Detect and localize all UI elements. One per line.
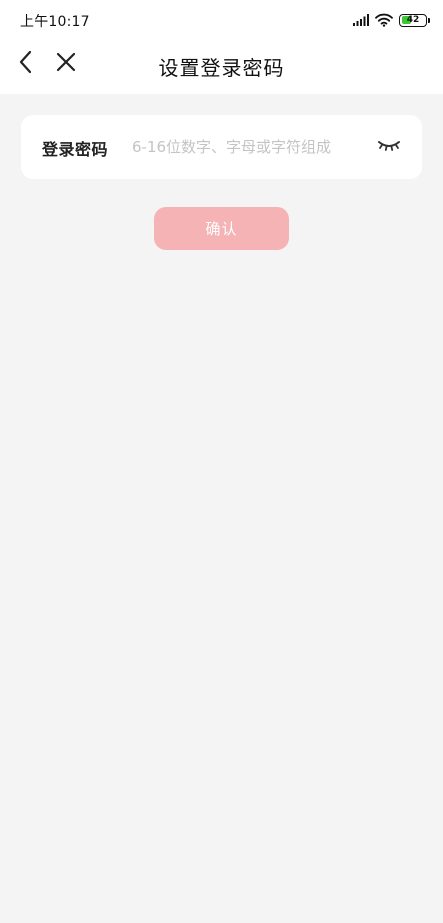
status-icons: 42 <box>353 12 430 28</box>
status-time: 上午10:17 <box>20 14 90 30</box>
wifi-icon <box>375 13 393 27</box>
password-input[interactable] <box>132 133 362 161</box>
password-label: 登录密码 <box>42 140 109 159</box>
battery-icon: 42 <box>399 13 430 27</box>
signal-icon <box>353 14 369 26</box>
password-card: 登录密码 <box>21 115 422 179</box>
password-visibility-toggle[interactable] <box>376 137 402 157</box>
top-area: 上午10:17 42 设置登录密码 <box>0 0 443 94</box>
eye-closed-icon <box>377 138 401 157</box>
nav-bar: 设置登录密码 <box>0 38 443 94</box>
confirm-button[interactable]: 确认 <box>154 207 289 250</box>
status-bar: 上午10:17 42 <box>0 0 443 38</box>
page-title: 设置登录密码 <box>158 56 285 80</box>
battery-level: 42 <box>406 14 420 25</box>
page: 上午10:17 42 设置登录密码 登录密码 确认 <box>0 0 443 923</box>
